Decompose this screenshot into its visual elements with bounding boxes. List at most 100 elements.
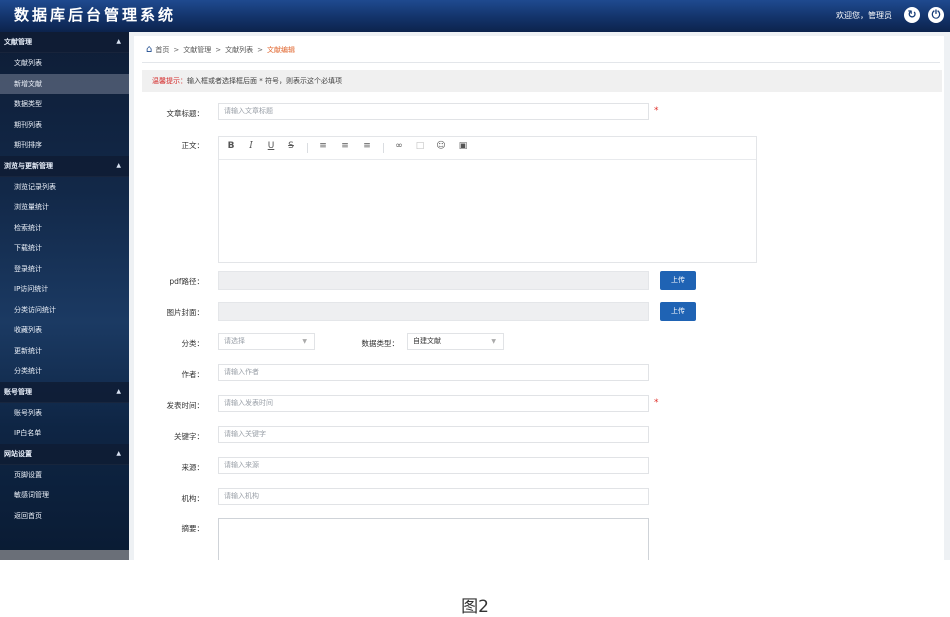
- sidebar-item-literature-list[interactable]: 文献列表: [0, 53, 129, 74]
- sidebar-item-footer-settings[interactable]: 页脚设置: [0, 465, 129, 486]
- rich-text-editor[interactable]: B I U S ≡ ≡ ≡ ∞ □ ☺ ▣: [218, 136, 757, 263]
- sidebar-item-account-list[interactable]: 账号列表: [0, 403, 129, 424]
- table-icon[interactable]: □: [414, 141, 426, 151]
- toolbar-divider: [383, 143, 384, 153]
- category-value: 请选择: [224, 337, 245, 345]
- sidebar-item-browse-log[interactable]: 浏览记录列表: [0, 177, 129, 198]
- image-icon[interactable]: ▣: [457, 141, 469, 151]
- emoji-icon[interactable]: ☺: [435, 141, 447, 151]
- align-left-icon[interactable]: ≡: [317, 141, 329, 151]
- caret-up-icon: ▲: [116, 161, 121, 169]
- author-input[interactable]: 请输入作者: [218, 364, 649, 381]
- app-title: 数据库后台管理系统: [14, 6, 177, 24]
- section-label: 账号管理: [4, 387, 32, 396]
- breadcrumb-list[interactable]: 文献列表: [225, 46, 253, 54]
- power-icon[interactable]: ⏻: [928, 7, 944, 23]
- sidebar-item-update-stats[interactable]: 更新统计: [0, 341, 129, 362]
- pdf-label: pdf路径：: [169, 277, 204, 286]
- sidebar-item-data-types[interactable]: 数据类型: [0, 94, 129, 115]
- breadcrumb-current: 文献编辑: [266, 46, 295, 54]
- org-label: 机构：: [181, 494, 205, 503]
- breadcrumb-separator: >: [257, 46, 263, 54]
- sidebar-item-view-stats[interactable]: 浏览量统计: [0, 197, 129, 218]
- cover-image-input: [218, 302, 649, 321]
- source-input[interactable]: 请输入来源: [218, 457, 649, 474]
- datatype-value: 自建文献: [413, 337, 441, 345]
- breadcrumb-home[interactable]: 首页: [155, 46, 169, 54]
- required-mark: *: [654, 106, 659, 116]
- sidebar-item-download-stats[interactable]: 下载统计: [0, 238, 129, 259]
- sidebar-item-journal-list[interactable]: 期刊列表: [0, 115, 129, 136]
- align-right-icon[interactable]: ≡: [361, 141, 373, 151]
- datatype-select[interactable]: 自建文献 ▼: [407, 333, 504, 350]
- body-label: 正文：: [181, 141, 205, 150]
- source-label: 来源：: [181, 463, 205, 472]
- sidebar: 文献管理 ▲ 文献列表 新增文献 数据类型 期刊列表 期刊排序 浏览与更新管理 ▲ …: [0, 32, 129, 560]
- link-icon[interactable]: ∞: [393, 141, 405, 151]
- abstract-textarea[interactable]: [218, 518, 649, 560]
- figure-caption: 图2: [461, 597, 489, 617]
- caret-up-icon: ▲: [116, 387, 121, 395]
- toolbar-divider: [307, 143, 308, 153]
- upload-cover-button[interactable]: 上传: [660, 302, 696, 321]
- sidebar-footer: [0, 550, 129, 560]
- category-label: 分类：: [181, 339, 205, 348]
- keywords-label: 关键字：: [174, 432, 204, 441]
- notice-label: 温馨提示：: [152, 77, 187, 85]
- sidebar-item-add-literature[interactable]: 新增文献: [0, 73, 129, 94]
- category-select[interactable]: 请选择 ▼: [218, 333, 315, 350]
- italic-icon[interactable]: I: [245, 141, 257, 151]
- chevron-down-icon: ▼: [302, 338, 307, 345]
- header-bar: 数据库后台管理系统 欢迎您，管理员 ↻ ⏻: [0, 0, 950, 32]
- notice-bar: 温馨提示：输入框或者选择框后面 * 符号，则表示这个必填项: [142, 70, 942, 92]
- keywords-input[interactable]: 请输入关键字: [218, 426, 649, 443]
- org-input[interactable]: 请输入机构: [218, 488, 649, 505]
- author-label: 作者：: [181, 370, 205, 379]
- app-window: 数据库后台管理系统 欢迎您，管理员 ↻ ⏻ 文献管理 ▲ 文献列表 新增文献 数据…: [0, 0, 950, 560]
- section-label: 网站设置: [4, 449, 32, 458]
- sidebar-item-back-home[interactable]: 返回首页: [0, 506, 129, 527]
- sidebar-item-login-stats[interactable]: 登录统计: [0, 259, 129, 280]
- breadcrumb-separator: >: [215, 46, 222, 54]
- sidebar-section-browse[interactable]: 浏览与更新管理 ▲: [0, 155, 129, 177]
- sidebar-item-ip-whitelist[interactable]: IP白名单: [0, 423, 129, 444]
- sidebar-section-site-settings[interactable]: 网站设置 ▲: [0, 443, 129, 465]
- welcome-text: 欢迎您，管理员: [836, 11, 892, 20]
- pdf-path-input: [218, 271, 649, 290]
- required-mark: *: [654, 398, 659, 408]
- pubtime-label: 发表时间：: [166, 401, 205, 410]
- sidebar-item-category-stats[interactable]: 分类统计: [0, 361, 129, 382]
- pubtime-input[interactable]: 请输入发表时间: [218, 395, 649, 412]
- content-panel: ⌂ 首页 > 文献管理 > 文献列表 > 文献编辑 温馨提示：输入框或者选择框后面 * 符号，…: [134, 36, 944, 560]
- cover-label: 图片封面：: [166, 308, 205, 317]
- underline-icon[interactable]: U: [265, 141, 277, 151]
- section-label: 浏览与更新管理: [4, 161, 53, 170]
- upload-pdf-button[interactable]: 上传: [660, 271, 696, 290]
- sidebar-item-journal-sort[interactable]: 期刊排序: [0, 135, 129, 156]
- refresh-icon[interactable]: ↻: [904, 7, 920, 23]
- sidebar-item-category-visit-stats[interactable]: 分类访问统计: [0, 300, 129, 321]
- sidebar-item-ip-stats[interactable]: IP访问统计: [0, 279, 129, 300]
- breadcrumb-literature[interactable]: 文献管理: [183, 46, 211, 54]
- divider: [142, 62, 940, 63]
- bold-icon[interactable]: B: [225, 141, 237, 151]
- breadcrumb-separator: >: [173, 46, 180, 54]
- breadcrumb: ⌂ 首页 > 文献管理 > 文献列表 > 文献编辑: [146, 44, 295, 55]
- section-label: 文献管理: [4, 38, 32, 46]
- notice-text: 输入框或者选择框后面 * 符号，则表示这个必填项: [187, 77, 342, 85]
- sidebar-section-accounts[interactable]: 账号管理 ▲: [0, 381, 129, 403]
- caret-up-icon: ▲: [116, 449, 121, 457]
- sidebar-item-favorites[interactable]: 收藏列表: [0, 320, 129, 341]
- sidebar-item-search-stats[interactable]: 检索统计: [0, 218, 129, 239]
- home-icon[interactable]: ⌂: [146, 44, 152, 55]
- abstract-label: 摘要：: [181, 524, 205, 533]
- align-center-icon[interactable]: ≡: [339, 141, 351, 151]
- datatype-label: 数据类型：: [361, 339, 400, 348]
- sidebar-item-sensitive-words[interactable]: 敏感词管理: [0, 485, 129, 506]
- title-input[interactable]: 请输入文章标题: [218, 103, 649, 120]
- editor-toolbar: B I U S ≡ ≡ ≡ ∞ □ ☺ ▣: [219, 137, 756, 160]
- strikethrough-icon[interactable]: S: [285, 141, 297, 151]
- sidebar-section-literature[interactable]: 文献管理 ▲: [0, 32, 129, 53]
- caret-up-icon: ▲: [116, 38, 121, 45]
- main-area: ⌂ 首页 > 文献管理 > 文献列表 > 文献编辑 温馨提示：输入框或者选择框后面 * 符号，…: [129, 32, 950, 560]
